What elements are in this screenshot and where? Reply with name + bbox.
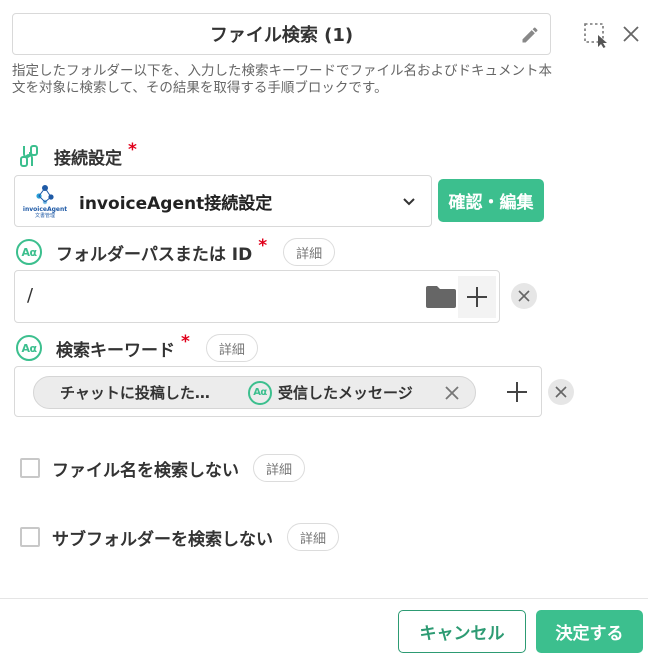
- plug-icon: [20, 145, 38, 167]
- cancel-button[interactable]: キャンセル: [398, 610, 526, 653]
- keyword-label-row: Aα 検索キーワード * 詳細: [16, 332, 258, 362]
- no-subfolder-detail-button[interactable]: 詳細: [287, 523, 340, 551]
- no-subfolder-checkbox[interactable]: [20, 527, 40, 547]
- pencil-icon[interactable]: [520, 25, 540, 45]
- select-area-icon[interactable]: [583, 22, 609, 48]
- close-icon: [518, 290, 530, 302]
- no-filename-label: ファイル名を検索しない: [52, 460, 239, 481]
- folder-path-label: フォルダーパスまたは ID: [56, 244, 253, 265]
- logo-text: invoiceAgent: [22, 205, 68, 213]
- invoiceagent-logo: invoiceAgent 文書管理: [23, 179, 67, 223]
- footer-divider: [0, 598, 648, 599]
- confirm-edit-button[interactable]: 確認・編集: [438, 179, 544, 222]
- chevron-down-icon: [403, 198, 415, 206]
- required-mark: *: [181, 332, 190, 352]
- folder-path-input[interactable]: /: [14, 270, 500, 323]
- plus-icon: [467, 287, 487, 307]
- connection-selected-value: invoiceAgent接続設定: [79, 193, 273, 214]
- chip-second-variable: 受信したメッセージ: [278, 384, 413, 402]
- invoiceagent-logo-mark: [36, 184, 54, 204]
- no-subfolder-label: サブフォルダーを検索しない: [52, 529, 273, 550]
- ok-button[interactable]: 決定する: [536, 610, 643, 653]
- no-filename-checkbox[interactable]: [20, 458, 40, 478]
- text-type-icon: Aα: [248, 380, 272, 405]
- block-title: ファイル検索 (1): [209, 25, 354, 46]
- chip-first-variable: チャットに投稿した…: [60, 384, 210, 402]
- folder-path-add-button[interactable]: [458, 276, 496, 318]
- logo-subtext: 文書管理: [34, 212, 55, 219]
- keyword-detail-button[interactable]: 詳細: [205, 334, 258, 362]
- required-mark: *: [128, 140, 137, 160]
- close-icon[interactable]: [443, 384, 461, 402]
- connection-label: 接続設定: [54, 148, 122, 169]
- keyword-clear-button[interactable]: [548, 379, 574, 405]
- folder-path-value: /: [27, 285, 34, 306]
- text-type-icon: Aα: [16, 239, 42, 265]
- keyword-input[interactable]: チャットに投稿した… Aα 受信したメッセージ: [14, 366, 542, 417]
- no-subfolder-option: サブフォルダーを検索しない 詳細: [20, 523, 340, 551]
- no-filename-option: ファイル名を検索しない 詳細: [20, 454, 306, 482]
- keyword-variable-chip[interactable]: チャットに投稿した… Aα 受信したメッセージ: [33, 376, 476, 409]
- no-filename-detail-button[interactable]: 詳細: [253, 454, 306, 482]
- block-title-box[interactable]: ファイル検索 (1): [12, 13, 551, 55]
- connection-select[interactable]: invoiceAgent 文書管理 invoiceAgent接続設定: [14, 175, 432, 227]
- close-icon[interactable]: [622, 25, 640, 43]
- folder-path-detail-button[interactable]: 詳細: [283, 238, 336, 266]
- block-description: 指定したフォルダー以下を、入力した検索キーワードでファイル名およびドキュメント本…: [12, 63, 552, 96]
- folder-path-label-row: Aα フォルダーパスまたは ID * 詳細: [16, 236, 336, 266]
- plus-icon: [507, 382, 527, 402]
- folder-icon[interactable]: [425, 285, 457, 309]
- text-type-icon: Aα: [16, 335, 42, 361]
- required-mark: *: [258, 236, 268, 256]
- folder-path-clear-button[interactable]: [511, 283, 537, 309]
- keyword-label: 検索キーワード: [56, 340, 175, 361]
- close-icon: [555, 386, 567, 398]
- connection-label-row: 接続設定 *: [16, 140, 137, 169]
- keyword-add-button[interactable]: [503, 378, 531, 406]
